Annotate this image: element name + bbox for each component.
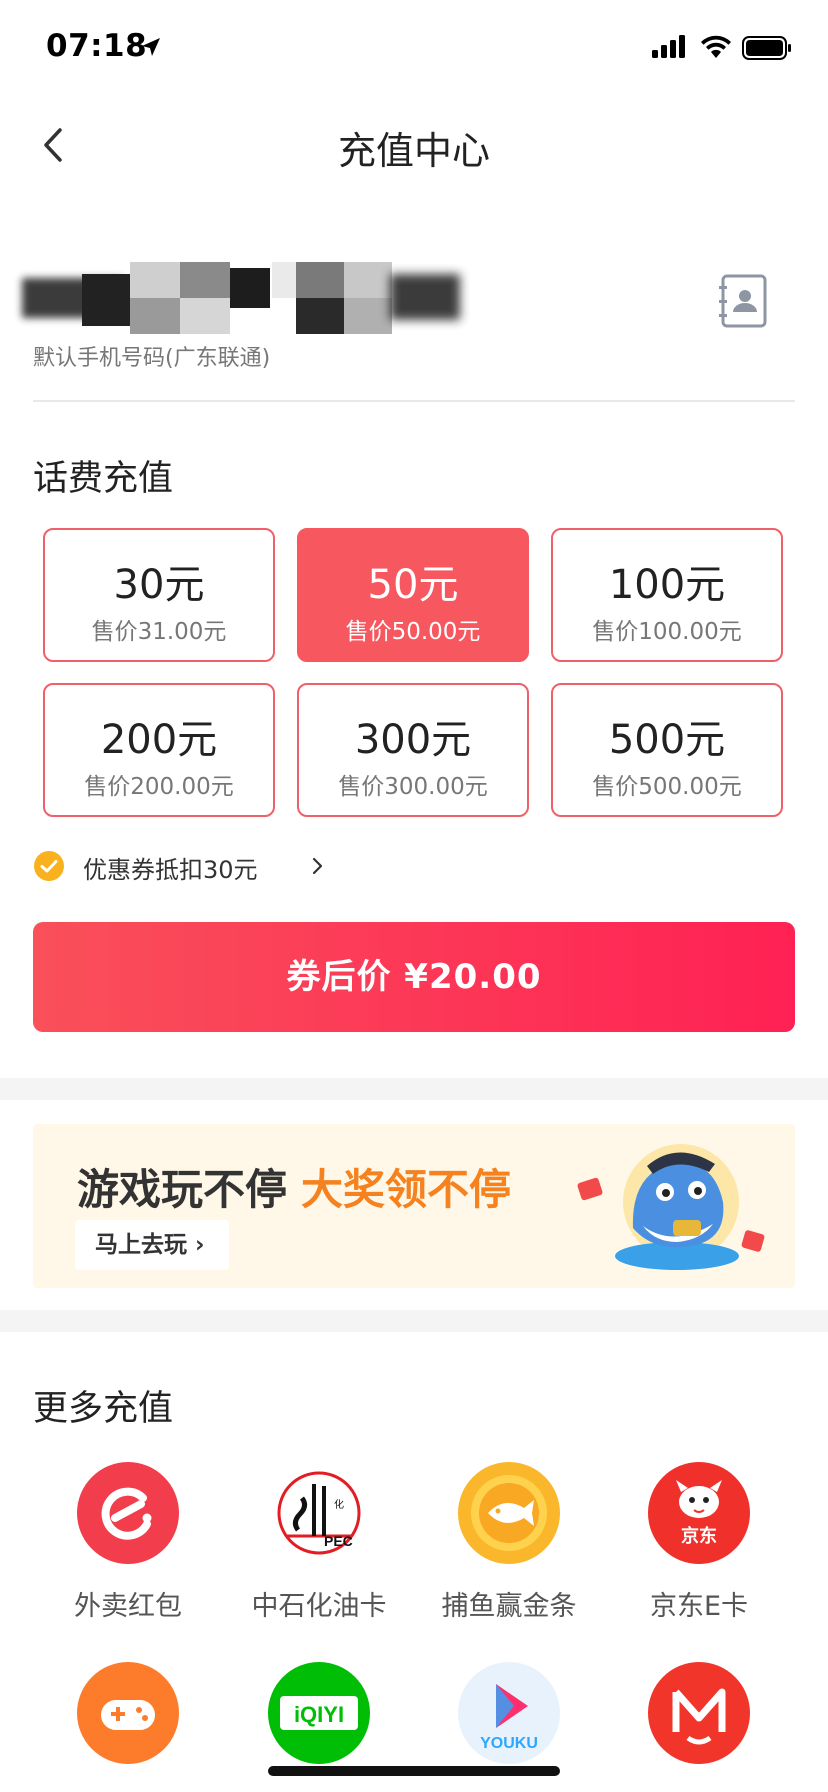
- status-bar: 07:18: [0, 0, 828, 100]
- more-section-title: 更多充值: [33, 1389, 174, 1429]
- nav-bar: 充值中心: [0, 100, 828, 190]
- gamepad-icon: [77, 1662, 179, 1764]
- banner-headline-b: 大奖领不停: [301, 1165, 512, 1214]
- option-price: 售价31.00元: [91, 619, 227, 645]
- iqiyi-text: iQIYI: [294, 1702, 344, 1727]
- option-price: 售价100.00元: [592, 619, 742, 645]
- option-amount: 50元: [367, 562, 459, 608]
- iqiyi-icon: iQIYI: [268, 1662, 370, 1764]
- more-recharge-grid: 外卖红包 化 PEC 中石化油卡 捕鱼赢金条 京东 京东E卡 iQIYI YOU…: [0, 1462, 828, 1792]
- more-item-label: 中石化油卡: [251, 1591, 387, 1622]
- fish-game-icon: [458, 1462, 560, 1564]
- option-amount: 500元: [608, 717, 726, 763]
- more-item-game[interactable]: [33, 1662, 223, 1764]
- more-item-label: 京东E卡: [649, 1591, 749, 1622]
- battery-icon: [742, 36, 791, 60]
- more-item-label: 捕鱼赢金条: [441, 1591, 577, 1622]
- contacts-icon[interactable]: [718, 274, 768, 328]
- recharge-option[interactable]: 500元 售价500.00元: [551, 683, 783, 817]
- option-amount: 100元: [608, 562, 726, 608]
- section-divider: [0, 1310, 828, 1332]
- recharge-option[interactable]: 200元 售价200.00元: [43, 683, 275, 817]
- home-indicator[interactable]: [268, 1766, 560, 1776]
- recharge-option-selected[interactable]: 50元 售价50.00元: [297, 528, 529, 662]
- cellular-signal-icon: [652, 35, 685, 58]
- more-item-label: 外卖红包: [74, 1591, 182, 1622]
- more-item-mango[interactable]: [604, 1662, 794, 1764]
- option-amount: 300元: [354, 717, 472, 763]
- chevron-right-icon: [312, 857, 323, 875]
- phone-caption: 默认手机号码(广东联通): [33, 346, 271, 371]
- mango-tv-icon: [648, 1662, 750, 1764]
- youku-text: YOUKU: [480, 1735, 538, 1752]
- pay-button[interactable]: 券后价 ¥20.00: [33, 922, 795, 1032]
- option-price: 售价50.00元: [345, 619, 481, 645]
- divider: [33, 400, 795, 402]
- coupon-selector[interactable]: 优惠券抵扣30元: [33, 848, 433, 884]
- jd-icon: 京东: [648, 1462, 750, 1564]
- game-promo-banner[interactable]: 游戏玩不停 大奖领不停 马上去玩 ›: [33, 1124, 795, 1288]
- more-item-youku[interactable]: YOUKU: [414, 1662, 604, 1764]
- check-circle-icon[interactable]: [33, 850, 65, 882]
- banner-headline-a: 游戏玩不停: [77, 1165, 288, 1214]
- youku-icon: YOUKU: [458, 1662, 560, 1764]
- svg-text:PEC: PEC: [324, 1533, 353, 1549]
- phone-section: 默认手机号码(广东联通): [0, 230, 828, 402]
- page-title: 充值中心: [337, 129, 490, 173]
- shark-mascot-icon: [577, 1144, 765, 1270]
- recharge-option[interactable]: 30元 售价31.00元: [43, 528, 275, 662]
- eleme-icon: [77, 1462, 179, 1564]
- more-item-fish-game[interactable]: 捕鱼赢金条: [414, 1462, 604, 1623]
- recharge-section-title: 话费充值: [33, 459, 174, 499]
- section-divider: [0, 1078, 828, 1100]
- option-price: 售价500.00元: [592, 774, 742, 800]
- masked-phone-number[interactable]: [22, 258, 462, 334]
- coupon-text: 优惠券抵扣30元: [83, 856, 258, 884]
- location-arrow-icon: [142, 38, 160, 56]
- sinopec-icon: 化 PEC: [268, 1462, 370, 1564]
- option-amount: 200元: [100, 717, 218, 763]
- wifi-icon: [701, 35, 731, 58]
- banner-headline: 游戏玩不停 大奖领不停: [77, 1156, 511, 1217]
- more-item-sinopec[interactable]: 化 PEC 中石化油卡: [224, 1462, 414, 1623]
- play-now-button[interactable]: 马上去玩 ›: [75, 1220, 229, 1270]
- recharge-option[interactable]: 300元 售价300.00元: [297, 683, 529, 817]
- recharge-option[interactable]: 100元 售价100.00元: [551, 528, 783, 662]
- status-time: 07:18: [46, 28, 148, 64]
- svg-text:京东: 京东: [681, 1525, 717, 1546]
- option-price: 售价200.00元: [84, 774, 234, 800]
- option-price: 售价300.00元: [338, 774, 488, 800]
- svg-text:化: 化: [334, 1498, 344, 1511]
- more-item-jd[interactable]: 京东 京东E卡: [604, 1462, 794, 1623]
- more-item-iqiyi[interactable]: iQIYI: [224, 1662, 414, 1764]
- option-amount: 30元: [113, 562, 205, 608]
- recharge-options: 30元 售价31.00元 50元 售价50.00元 100元 售价100.00元…: [43, 528, 785, 820]
- more-item-eleme[interactable]: 外卖红包: [33, 1462, 223, 1623]
